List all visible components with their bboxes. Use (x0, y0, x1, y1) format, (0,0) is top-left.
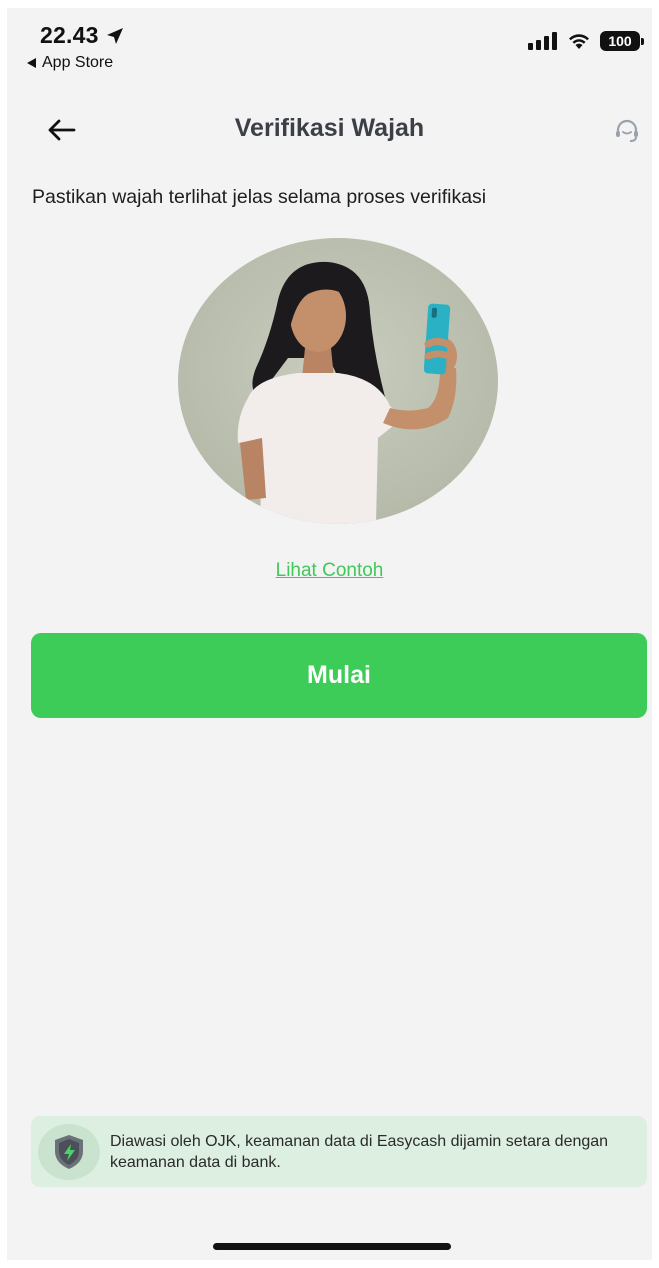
cellular-signal-icon (528, 32, 557, 50)
verification-instruction: Pastikan wajah terlihat jelas selama pro… (32, 186, 487, 208)
location-arrow-icon (106, 27, 123, 44)
customer-support-button[interactable] (610, 114, 644, 148)
app-screen: 22.43 App Store 100 Verifikasi Wajah Pas… (7, 8, 652, 1260)
page-header: Verifikasi Wajah (7, 104, 652, 154)
status-bar-indicators: 100 (528, 31, 644, 51)
status-bar-time: 22.43 (40, 22, 125, 49)
battery-level: 100 (608, 33, 632, 49)
status-time-text: 22.43 (40, 22, 99, 48)
back-to-app-store[interactable]: App Store (27, 54, 113, 72)
page-title: Verifikasi Wajah (234, 114, 425, 142)
back-app-label: App Store (42, 54, 114, 71)
woman-selfie-illustration (178, 238, 498, 524)
headset-icon (616, 119, 638, 142)
view-example-link[interactable]: Lihat Contoh (7, 560, 652, 582)
start-button[interactable]: Mulai (31, 633, 647, 718)
battery-indicator: 100 (600, 31, 644, 51)
home-indicator[interactable] (213, 1243, 451, 1250)
wifi-icon (569, 34, 589, 49)
ojk-trust-banner: Diawasi oleh OJK, keamanan data di Easyc… (31, 1116, 647, 1187)
trust-banner-text: Diawasi oleh OJK, keamanan data di Easyc… (110, 1132, 609, 1171)
back-triangle-icon (27, 58, 36, 68)
selfie-example-photo (178, 238, 498, 524)
shield-icon (38, 1123, 100, 1180)
